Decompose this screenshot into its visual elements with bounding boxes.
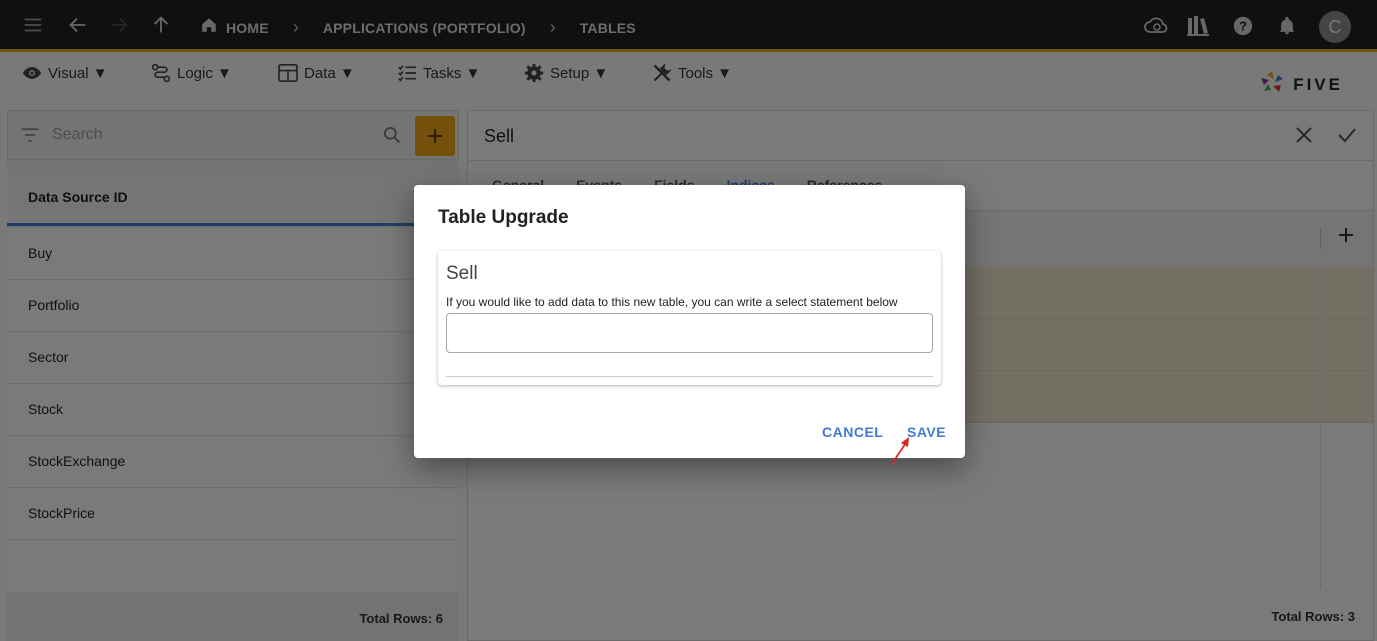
table-upgrade-dialog: Table Upgrade Sell If you would like to …	[414, 185, 965, 458]
card-description: If you would like to add data to this ne…	[446, 295, 898, 309]
dialog-title: Table Upgrade	[438, 207, 569, 228]
divider	[446, 376, 933, 377]
cancel-button[interactable]: CANCEL	[822, 424, 883, 440]
dialog-card: Sell If you would like to add data to th…	[438, 251, 941, 385]
select-statement-input[interactable]	[446, 313, 933, 353]
card-title: Sell	[446, 263, 478, 284]
pointer-arrow-icon	[890, 437, 909, 466]
